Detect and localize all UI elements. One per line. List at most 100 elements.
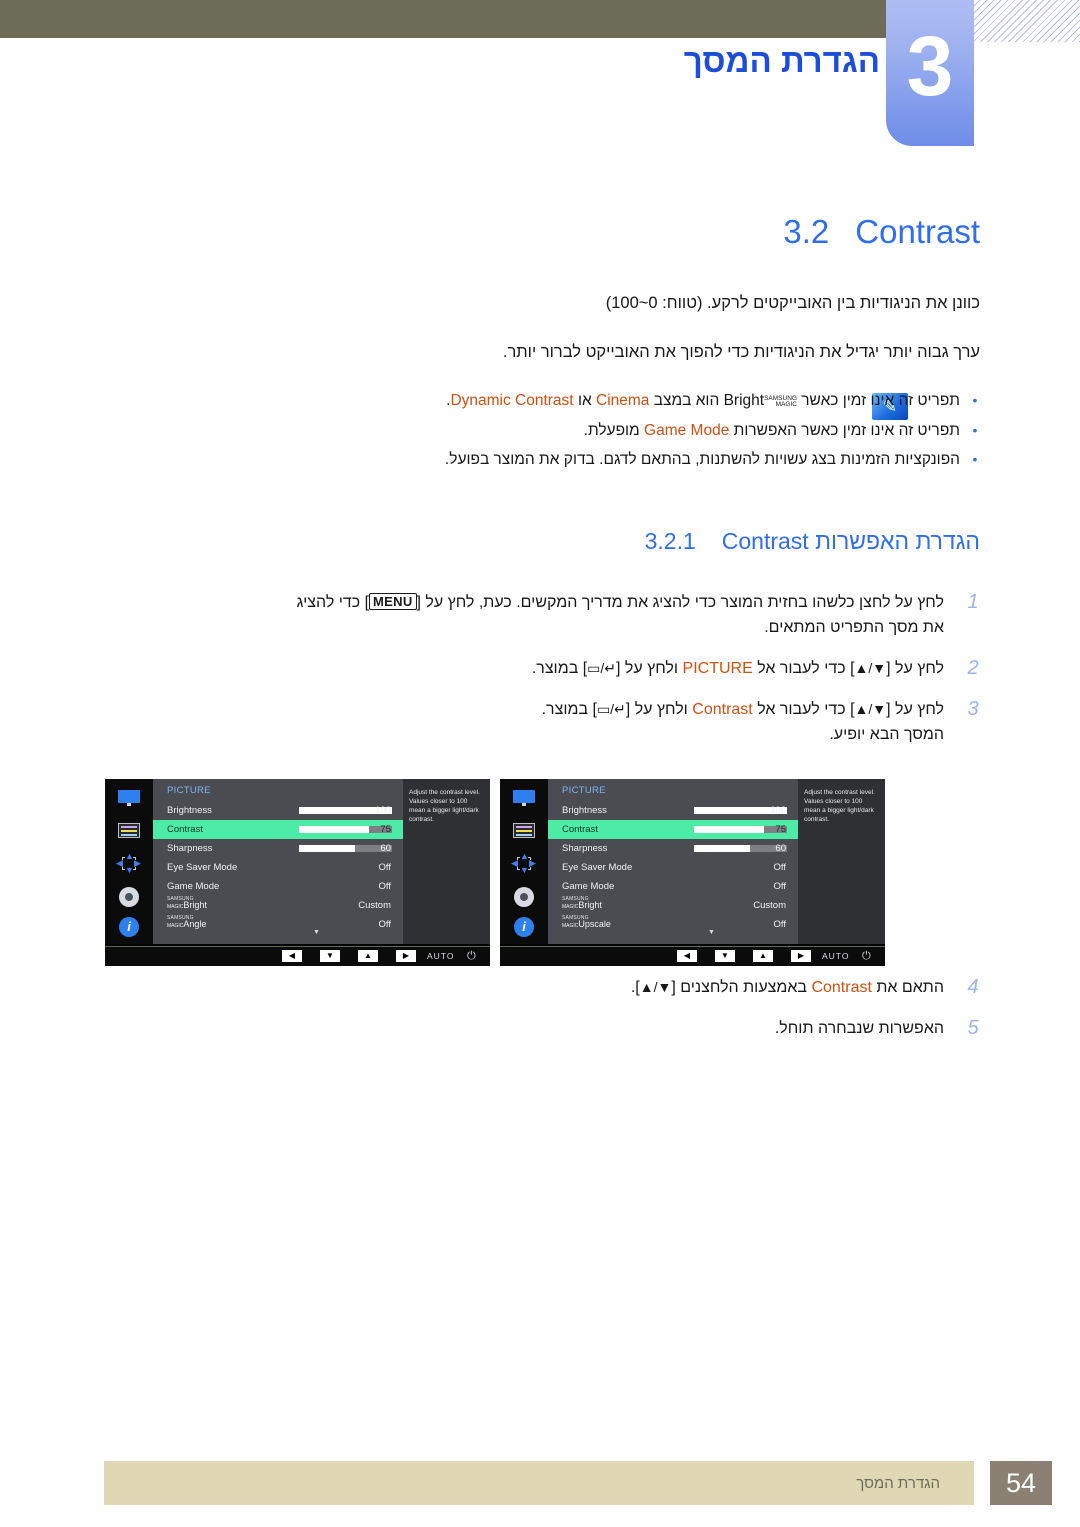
osd-row-brightness[interactable]: Brightness 100 [548, 801, 798, 820]
note-text: הפונקציות הזמינות בצג עשויות להשתנות, בה… [444, 451, 960, 468]
step-text-part: ולחץ על [ [616, 660, 679, 677]
up-button[interactable]: ▲ [753, 950, 773, 962]
note-post: מופעלת. [583, 422, 640, 439]
subsection-heading: הגדרת האפשרות Contrast 3.2.1 [645, 528, 980, 555]
osd-row-value: Off [378, 919, 392, 930]
osd-row-label: Contrast [562, 824, 598, 835]
right-button[interactable]: ▶ [791, 950, 811, 962]
bullet-dot: • [972, 392, 978, 408]
page-number: 54 [990, 1461, 1052, 1505]
osd-row-label: SAMSUNG MAGICUpscale [562, 916, 611, 929]
list-item: • תפריט זה אינו זמין כאשר SAMSUNG MAGIC Br… [445, 392, 980, 411]
step-text-part: לחץ על [ [886, 701, 944, 718]
osd-row-value: 60 [380, 843, 391, 854]
step-text-part: התאם את [876, 979, 944, 996]
description-paragraph-1: כוונן את הניגודיות בין האובייקטים לרקע. … [605, 294, 980, 312]
osd-row-eye-saver-mode[interactable]: Eye Saver Mode Off [548, 858, 798, 877]
osd-row-game-mode[interactable]: Game Mode Off [153, 877, 403, 896]
samsung-magic-bright-brand: SAMSUNG MAGIC [764, 393, 797, 411]
step-text: לחץ על [▲/▼] כדי לעבור אל PICTURE ולחץ ע… [532, 656, 944, 681]
chevron-down-icon[interactable]: ▼ [313, 929, 320, 936]
auto-button[interactable]: AUTO [427, 951, 454, 961]
up-button[interactable]: ▲ [358, 950, 378, 962]
brand-word: Bright [578, 900, 602, 910]
osd-row-label: SAMSUNG MAGICBright [167, 897, 207, 910]
monitor-icon[interactable] [500, 781, 548, 814]
brand-word: Bright [183, 900, 207, 910]
osd-slider-sharpness[interactable] [694, 845, 787, 852]
section-number: 3.2 [783, 213, 830, 250]
osd-sidebar: ▲ ▼ ◀ ▶ i [500, 779, 548, 944]
chapter-number-tab: 3 [886, 0, 974, 146]
monitor-icon[interactable] [105, 781, 153, 814]
info-icon[interactable]: i [500, 910, 548, 943]
osd-row-contrast[interactable]: Contrast 75 [548, 820, 798, 839]
osd-row-label: SAMSUNG MAGICBright [562, 897, 602, 910]
osd-row-magic-bright[interactable]: SAMSUNG MAGICBright Custom [153, 896, 403, 915]
osd-screenshot-right: ▲ ▼ ◀ ▶ i PICTURE Brightness 100 Contrast 7… [500, 779, 885, 966]
osd-row-label: Brightness [562, 805, 607, 816]
updown-keys-badge: ▲/▼ [854, 701, 887, 717]
gear-icon[interactable] [105, 880, 153, 913]
note-highlight-game-mode: Game Mode [644, 422, 730, 439]
step-text-line2: המסך הבא יופיע. [829, 726, 944, 743]
osd-row-eye-saver-mode[interactable]: Eye Saver Mode Off [153, 858, 403, 877]
osd-row-label: Eye Saver Mode [562, 862, 633, 873]
auto-button[interactable]: AUTO [822, 951, 849, 961]
osd-button-bar: ◀ ▼ ▲ ▶ AUTO ⏻ [500, 946, 885, 966]
osd-row-sharpness[interactable]: Sharpness 60 [153, 839, 403, 858]
osd-row-magic-upscale[interactable]: SAMSUNG MAGICUpscale Off [548, 915, 798, 934]
list-item: • תפריט זה אינו זמין כאשר האפשרות Game M… [445, 422, 980, 440]
notes-list: • תפריט זה אינו זמין כאשר SAMSUNG MAGIC Br… [445, 392, 980, 480]
osd-slider-contrast[interactable] [694, 826, 787, 833]
footer-bar [104, 1461, 974, 1505]
step-text: לחץ על לחצן כלשהו בחזית המוצר כדי להציג … [297, 590, 944, 640]
down-button[interactable]: ▼ [715, 950, 735, 962]
step-text: התאם את Contrast באמצעות הלחצנים [▲/▼]. [631, 975, 944, 1000]
osd-row-contrast[interactable]: Contrast 75 [153, 820, 403, 839]
power-icon[interactable]: ⏻ [467, 950, 476, 963]
chevron-down-icon[interactable]: ▼ [708, 929, 715, 936]
four-way-arrows-icon[interactable]: ▲ ▼ ◀ ▶ [105, 847, 153, 880]
osd-row-magic-angle[interactable]: SAMSUNG MAGICAngle Off [153, 915, 403, 934]
updown-keys-badge: ▲/▼ [854, 660, 887, 676]
osd-row-magic-bright[interactable]: SAMSUNG MAGICBright Custom [548, 896, 798, 915]
four-way-arrows-icon[interactable]: ▲ ▼ ◀ ▶ [500, 847, 548, 880]
down-button[interactable]: ▼ [320, 950, 340, 962]
note-text: תפריט זה אינו זמין כאשר SAMSUNG MAGIC Brig… [446, 392, 960, 411]
osd-row-value: 100 [375, 805, 391, 816]
osd-row-value: 75 [380, 824, 391, 835]
osd-menu-panel: PICTURE Brightness 100 Contrast 75 Sharp… [548, 779, 798, 944]
power-icon[interactable]: ⏻ [862, 950, 871, 963]
osd-row-sharpness[interactable]: Sharpness 60 [548, 839, 798, 858]
brand-word: Bright [723, 392, 765, 409]
left-button[interactable]: ◀ [282, 950, 302, 962]
chapter-title: הגדרת המסך [683, 42, 880, 79]
osd-row-value: Custom [358, 900, 391, 911]
note-highlight-dynamic-contrast: Dynamic Contrast [450, 392, 574, 409]
osd-row-game-mode[interactable]: Game Mode Off [548, 877, 798, 896]
osd-slider-contrast[interactable] [299, 826, 392, 833]
info-icon[interactable]: i [105, 910, 153, 943]
osd-slider-sharpness[interactable] [299, 845, 392, 852]
osd-menu-panel: PICTURE Brightness 100 Contrast 75 Sharp… [153, 779, 403, 944]
note-conjunction: או [577, 392, 592, 409]
left-button[interactable]: ◀ [677, 950, 697, 962]
brand-word: Upscale [578, 919, 611, 929]
step-text-part: ] במוצר. [541, 701, 597, 718]
step-highlight-picture: PICTURE [682, 660, 753, 677]
osd-row-value: Off [378, 881, 392, 892]
gear-icon[interactable] [500, 880, 548, 913]
osd-row-label: Brightness [167, 805, 212, 816]
note-text: תפריט זה אינו זמין כאשר האפשרות Game Mod… [584, 422, 960, 440]
osd-list-icon[interactable] [105, 814, 153, 847]
step-text: לחץ על [▲/▼] כדי לעבור אל Contrast ולחץ … [542, 697, 944, 747]
osd-menu-title: PICTURE [167, 785, 211, 796]
osd-row-brightness[interactable]: Brightness 100 [153, 801, 403, 820]
section-title: Contrast [855, 213, 980, 250]
osd-row-label: Game Mode [167, 881, 220, 892]
osd-button-bar: ◀ ▼ ▲ ▶ AUTO ⏻ [105, 946, 490, 966]
right-button[interactable]: ▶ [396, 950, 416, 962]
osd-list-icon[interactable] [500, 814, 548, 847]
step-number: 1 [967, 591, 979, 613]
